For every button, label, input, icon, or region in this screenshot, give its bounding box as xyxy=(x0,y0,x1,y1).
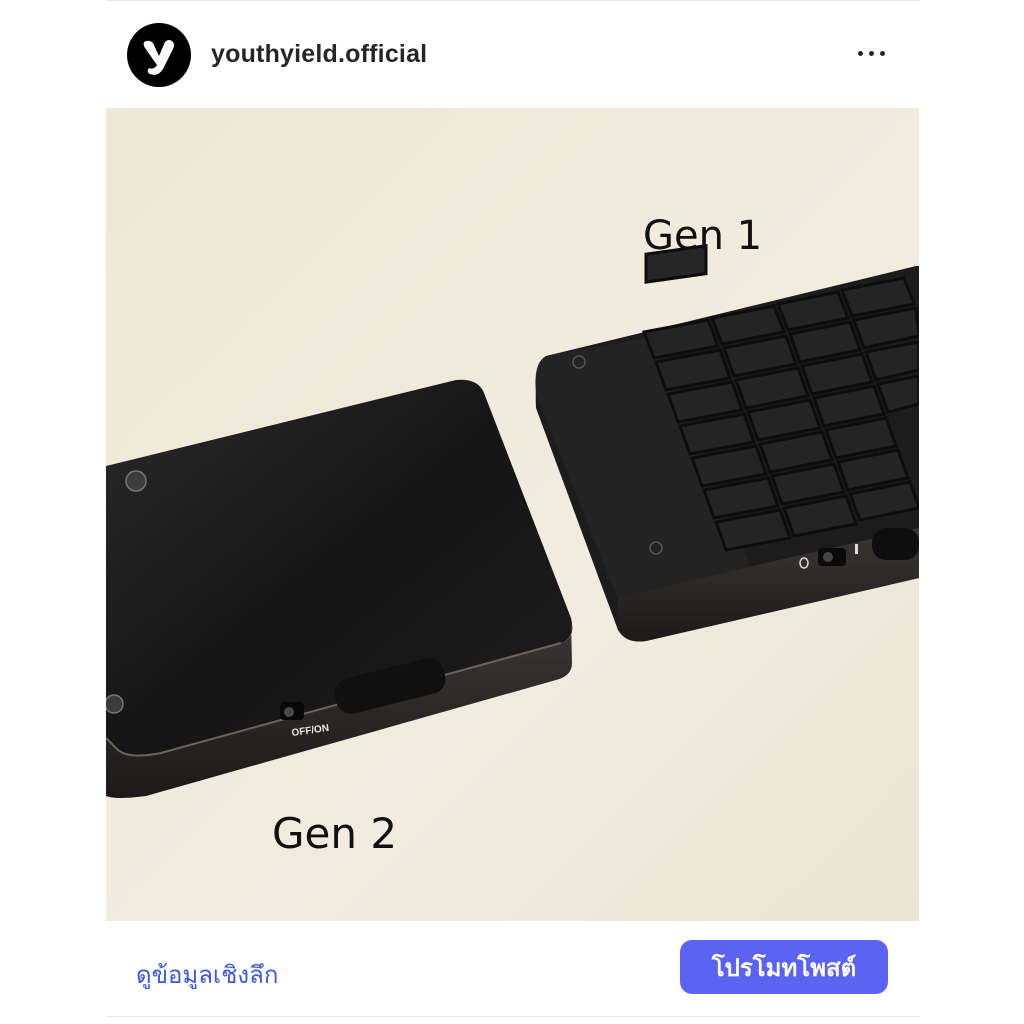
youthyield-logo-icon xyxy=(143,40,174,75)
gen2-label: Gen 2 xyxy=(272,809,397,858)
more-horizontal-icon xyxy=(858,51,863,56)
bottom-divider xyxy=(106,1016,919,1017)
top-divider xyxy=(106,0,919,1)
username[interactable]: youthyield.official xyxy=(211,40,427,69)
post-footer: ดูข้อมูลเชิงลึก โปรโมทโพสต์ xyxy=(106,935,919,1005)
view-insights-link[interactable]: ดูข้อมูลเชิงลึก xyxy=(136,955,278,994)
post-photo[interactable]: OFF/ON Gen 1 Gen 2 xyxy=(106,108,919,921)
more-options-button[interactable] xyxy=(855,38,895,68)
post-header: youthyield.official xyxy=(106,20,919,90)
promote-post-button[interactable]: โปรโมทโพสต์ xyxy=(680,940,888,994)
avatar[interactable] xyxy=(127,23,191,87)
gen1-label: Gen 1 xyxy=(643,213,762,259)
